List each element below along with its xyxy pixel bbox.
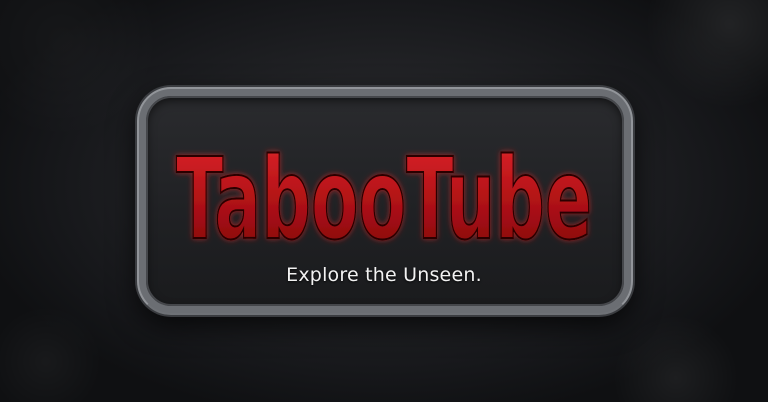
tagline: Explore the Unseen.	[286, 264, 482, 286]
